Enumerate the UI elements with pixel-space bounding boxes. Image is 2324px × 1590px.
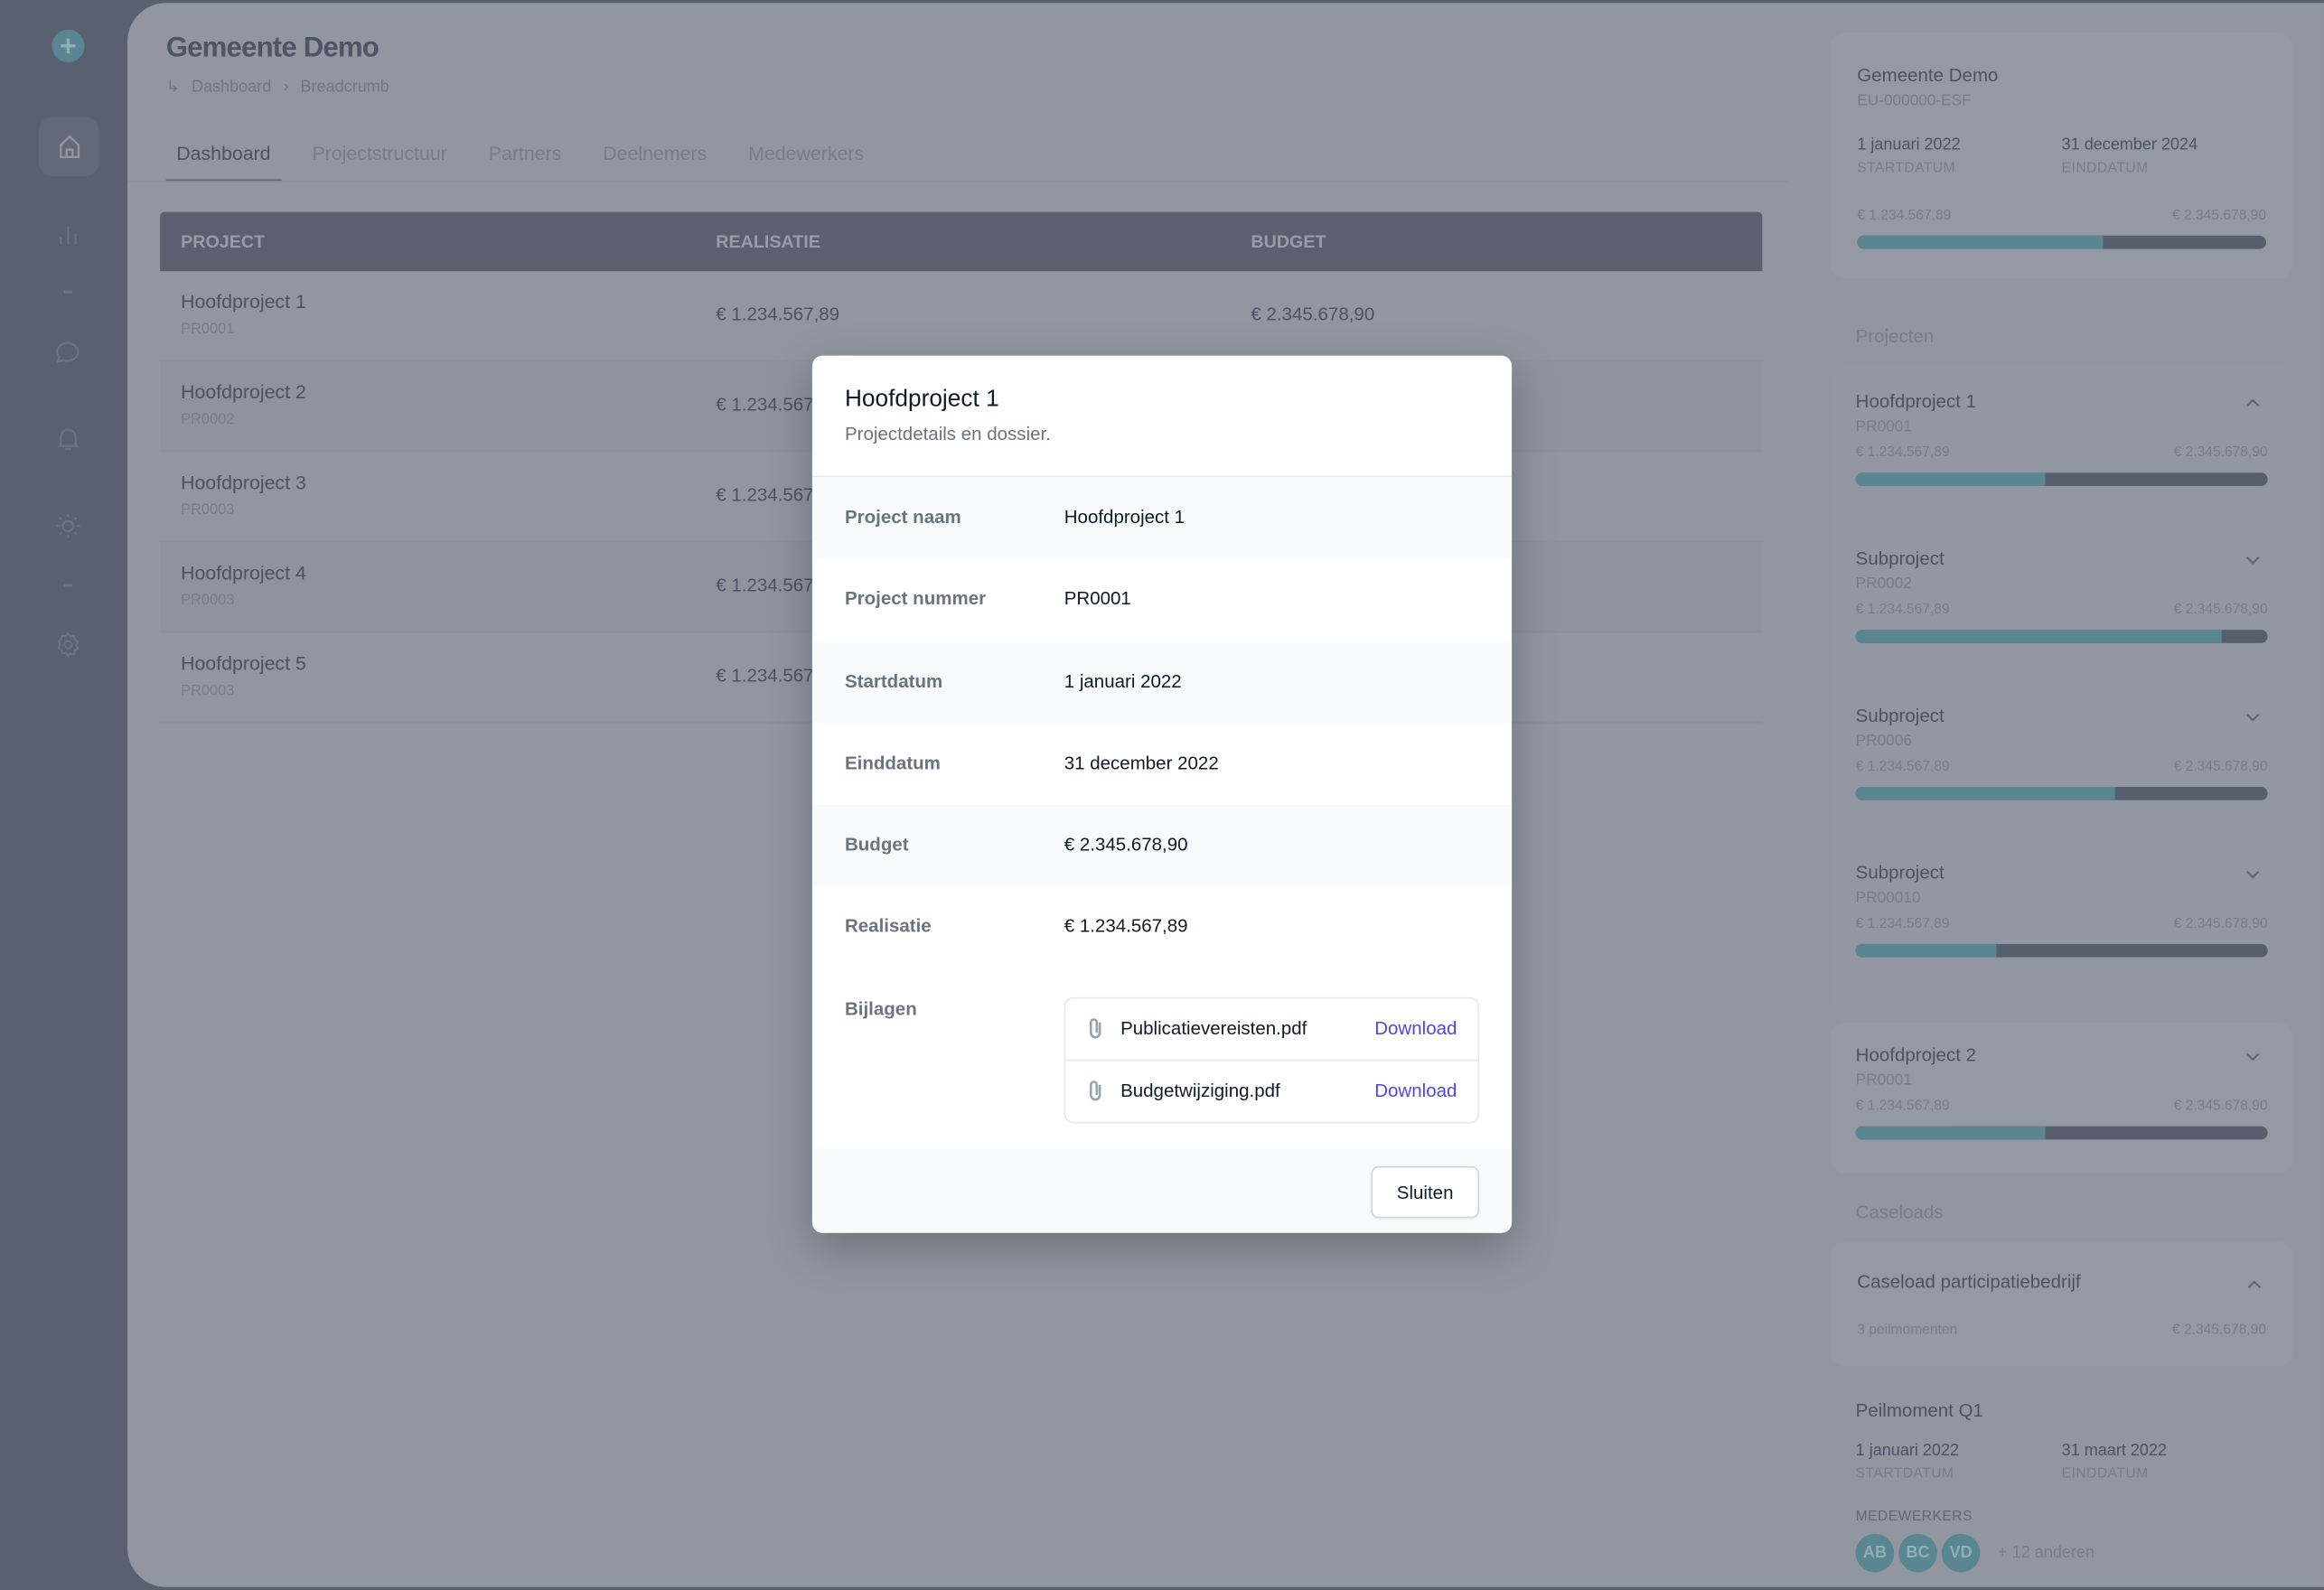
detail-value: PR0001 (1064, 588, 1131, 610)
modal-header: Hoofdproject 1 Projectdetails en dossier… (811, 356, 1513, 478)
detail-label: Einddatum (844, 753, 941, 774)
detail-label: Startdatum (844, 670, 943, 692)
attachment-name: Budgetwijziging.pdf (1120, 1080, 1280, 1101)
modal-footer: Sluiten (811, 1148, 1513, 1233)
detail-row: Startdatum 1 januari 2022 (811, 641, 1513, 724)
attachment-item: Budgetwijziging.pdf Download (1065, 1059, 1478, 1121)
download-link[interactable]: Download (1374, 1018, 1457, 1039)
attachments-row: Bijlagen Publicatievereisten.pdf Downloa… (812, 968, 1512, 1147)
project-detail-modal: Hoofdproject 1 Projectdetails en dossier… (811, 355, 1513, 1233)
modal-subtitle: Projectdetails en dossier. (844, 424, 1051, 445)
detail-label: Realisatie (844, 916, 932, 938)
close-button[interactable]: Sluiten (1371, 1165, 1480, 1219)
detail-row: Budget € 2.345.678,90 (811, 804, 1513, 887)
detail-value: € 2.345.678,90 (1064, 834, 1188, 856)
paperclip-icon (1089, 1080, 1101, 1100)
detail-label: Budget (844, 834, 909, 856)
attachment-item: Publicatievereisten.pdf Download (1065, 998, 1477, 1059)
detail-value: € 1.234.567,89 (1064, 916, 1188, 938)
detail-value: 1 januari 2022 (1064, 670, 1182, 692)
attachments-label: Bijlagen (844, 998, 917, 1020)
paperclip-icon (1089, 1017, 1101, 1039)
detail-label: Project nummer (844, 588, 987, 610)
detail-value: Hoofdproject 1 (1064, 506, 1185, 528)
detail-row: Realisatie € 1.234.567,89 (812, 887, 1512, 969)
detail-row: Project nummer PR0001 (812, 559, 1512, 641)
detail-row: Project naam Hoofdproject 1 (811, 477, 1513, 559)
attachments-list: Publicatievereisten.pdf Download Budgetw… (1064, 996, 1480, 1123)
detail-row: Einddatum 31 december 2022 (812, 723, 1512, 805)
download-link[interactable]: Download (1374, 1080, 1457, 1100)
attachment-name: Publicatievereisten.pdf (1120, 1017, 1307, 1039)
detail-label: Project naam (844, 506, 961, 528)
modal-title: Hoofdproject 1 (844, 387, 999, 413)
detail-value: 31 december 2022 (1064, 753, 1219, 774)
